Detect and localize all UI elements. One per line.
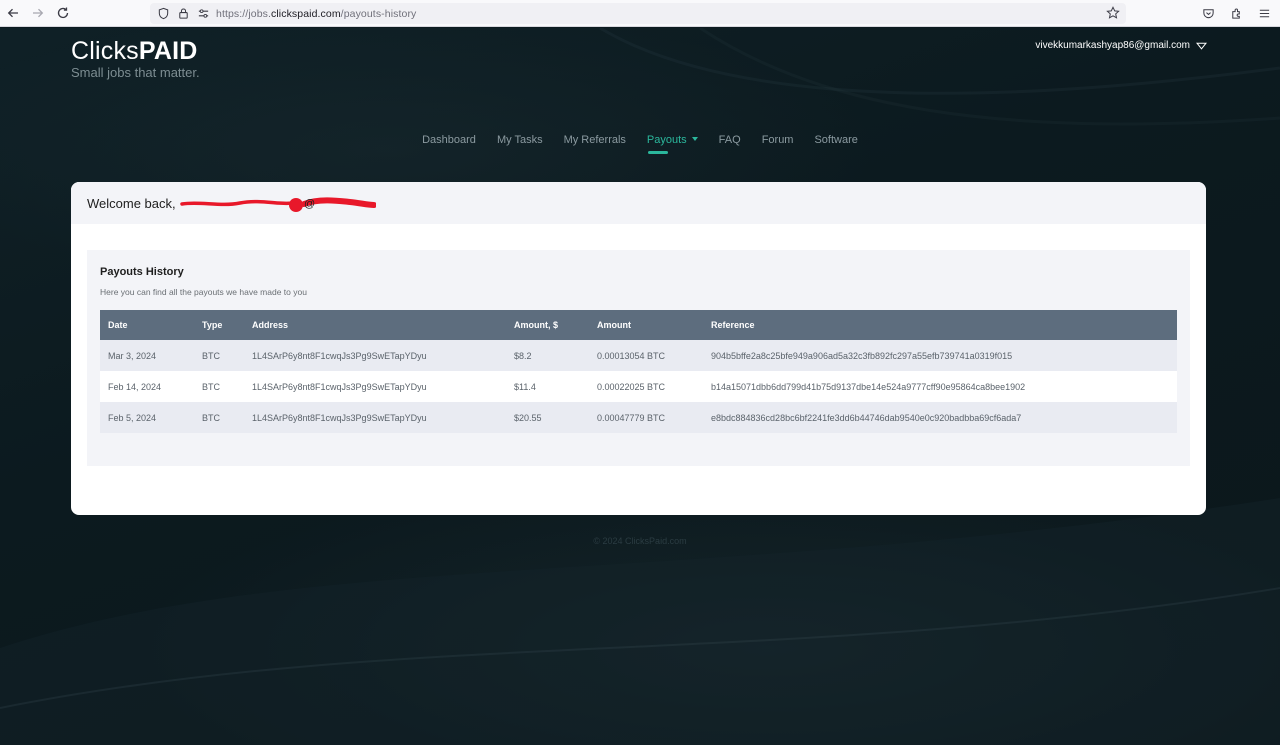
payouts-title: Payouts History — [100, 266, 184, 278]
cell-date: Feb 14, 2024 — [100, 371, 194, 402]
payouts-subtitle: Here you can find all the payouts we hav… — [100, 287, 307, 297]
welcome-header: Welcome back, @ — [71, 182, 1206, 224]
nav-software[interactable]: Software — [804, 133, 868, 153]
browser-toolbar: https://jobs.clickspaid.com/payouts-hist… — [0, 0, 1280, 27]
col-reference: Reference — [703, 310, 1177, 340]
nav-payouts[interactable]: Payouts — [636, 133, 708, 154]
table-row: Feb 14, 2024 BTC 1L4SArP6y8nt8F1cwqJs3Pg… — [100, 371, 1177, 402]
footer-copyright: © 2024 ClicksPaid.com — [593, 536, 687, 546]
lock-icon[interactable] — [176, 7, 190, 21]
clickspaid-logo[interactable]: ClicksPAID Small jobs that matter. — [71, 38, 200, 80]
extensions-icon[interactable] — [1228, 5, 1244, 21]
reload-icon[interactable] — [51, 1, 75, 25]
cell-amount: 0.00013054 BTC — [589, 340, 703, 371]
chevron-down-icon — [1196, 42, 1207, 50]
nav-my-referrals[interactable]: My Referrals — [553, 133, 636, 153]
user-menu[interactable]: vivekkumarkashyap86@gmail.com — [1035, 40, 1207, 51]
logo-tagline: Small jobs that matter. — [71, 65, 200, 80]
cell-address: 1L4SArP6y8nt8F1cwqJs3Pg9SwETapYDyu — [244, 340, 506, 371]
col-date: Date — [100, 310, 194, 340]
cell-type: BTC — [194, 402, 244, 433]
cell-type: BTC — [194, 371, 244, 402]
cell-date: Mar 3, 2024 — [100, 340, 194, 371]
col-type: Type — [194, 310, 244, 340]
cell-address: 1L4SArP6y8nt8F1cwqJs3Pg9SwETapYDyu — [244, 371, 506, 402]
forward-icon[interactable] — [26, 1, 50, 25]
cell-type: BTC — [194, 340, 244, 371]
nav-faq[interactable]: FAQ — [708, 133, 751, 153]
payouts-history-panel: Payouts History Here you can find all th… — [87, 250, 1190, 466]
cell-amount: 0.00022025 BTC — [589, 371, 703, 402]
cell-reference: 904b5bffe2a8c25bfe949a906ad5a32c3fb892fc… — [703, 340, 1177, 371]
cell-reference: e8bdc884836cd28bc6bf2241fe3dd6b44746dab9… — [703, 402, 1177, 433]
address-bar[interactable]: https://jobs.clickspaid.com/payouts-hist… — [150, 3, 1126, 24]
logo-wordmark: ClicksPAID — [71, 37, 198, 65]
payouts-table: Date Type Address Amount, $ Amount Refer… — [100, 310, 1177, 433]
cell-amount-usd: $20.55 — [506, 402, 589, 433]
cell-date: Feb 5, 2024 — [100, 402, 194, 433]
shield-icon[interactable] — [156, 7, 170, 21]
url-text: https://jobs.clickspaid.com/payouts-hist… — [216, 7, 417, 20]
table-header-row: Date Type Address Amount, $ Amount Refer… — [100, 310, 1177, 340]
user-email: vivekkumarkashyap86@gmail.com — [1035, 40, 1190, 51]
back-icon[interactable] — [1, 1, 25, 25]
bookmark-star-icon[interactable] — [1106, 6, 1120, 20]
main-card: Welcome back, @ Payouts History Here you… — [71, 182, 1206, 515]
caret-down-icon — [691, 137, 698, 141]
table-row: Feb 5, 2024 BTC 1L4SArP6y8nt8F1cwqJs3Pg9… — [100, 402, 1177, 433]
col-address: Address — [244, 310, 506, 340]
nav-forum[interactable]: Forum — [751, 133, 804, 153]
permissions-icon[interactable] — [196, 7, 210, 21]
main-nav: Dashboard My Tasks My Referrals Payouts … — [0, 133, 1280, 154]
nav-dashboard[interactable]: Dashboard — [412, 133, 487, 153]
col-amount-usd: Amount, $ — [506, 310, 589, 340]
pocket-icon[interactable] — [1200, 5, 1216, 21]
nav-my-tasks[interactable]: My Tasks — [486, 133, 553, 153]
cell-amount-usd: $11.4 — [506, 371, 589, 402]
welcome-text: Welcome back, — [87, 195, 176, 211]
cell-address: 1L4SArP6y8nt8F1cwqJs3Pg9SwETapYDyu — [244, 402, 506, 433]
redacted-username: @ — [179, 195, 376, 212]
cell-reference: b14a15071dbb6dd799d41b75d9137dbe14e524a9… — [703, 371, 1177, 402]
cell-amount: 0.00047779 BTC — [589, 402, 703, 433]
cell-amount-usd: $8.2 — [506, 340, 589, 371]
nav-payouts-label: Payouts — [646, 134, 687, 146]
col-amount: Amount — [589, 310, 703, 340]
svg-text:@: @ — [304, 198, 315, 210]
page-background: ClicksPAID Small jobs that matter. vivek… — [0, 28, 1280, 745]
menu-icon[interactable] — [1256, 5, 1272, 21]
table-row: Mar 3, 2024 BTC 1L4SArP6y8nt8F1cwqJs3Pg9… — [100, 340, 1177, 371]
